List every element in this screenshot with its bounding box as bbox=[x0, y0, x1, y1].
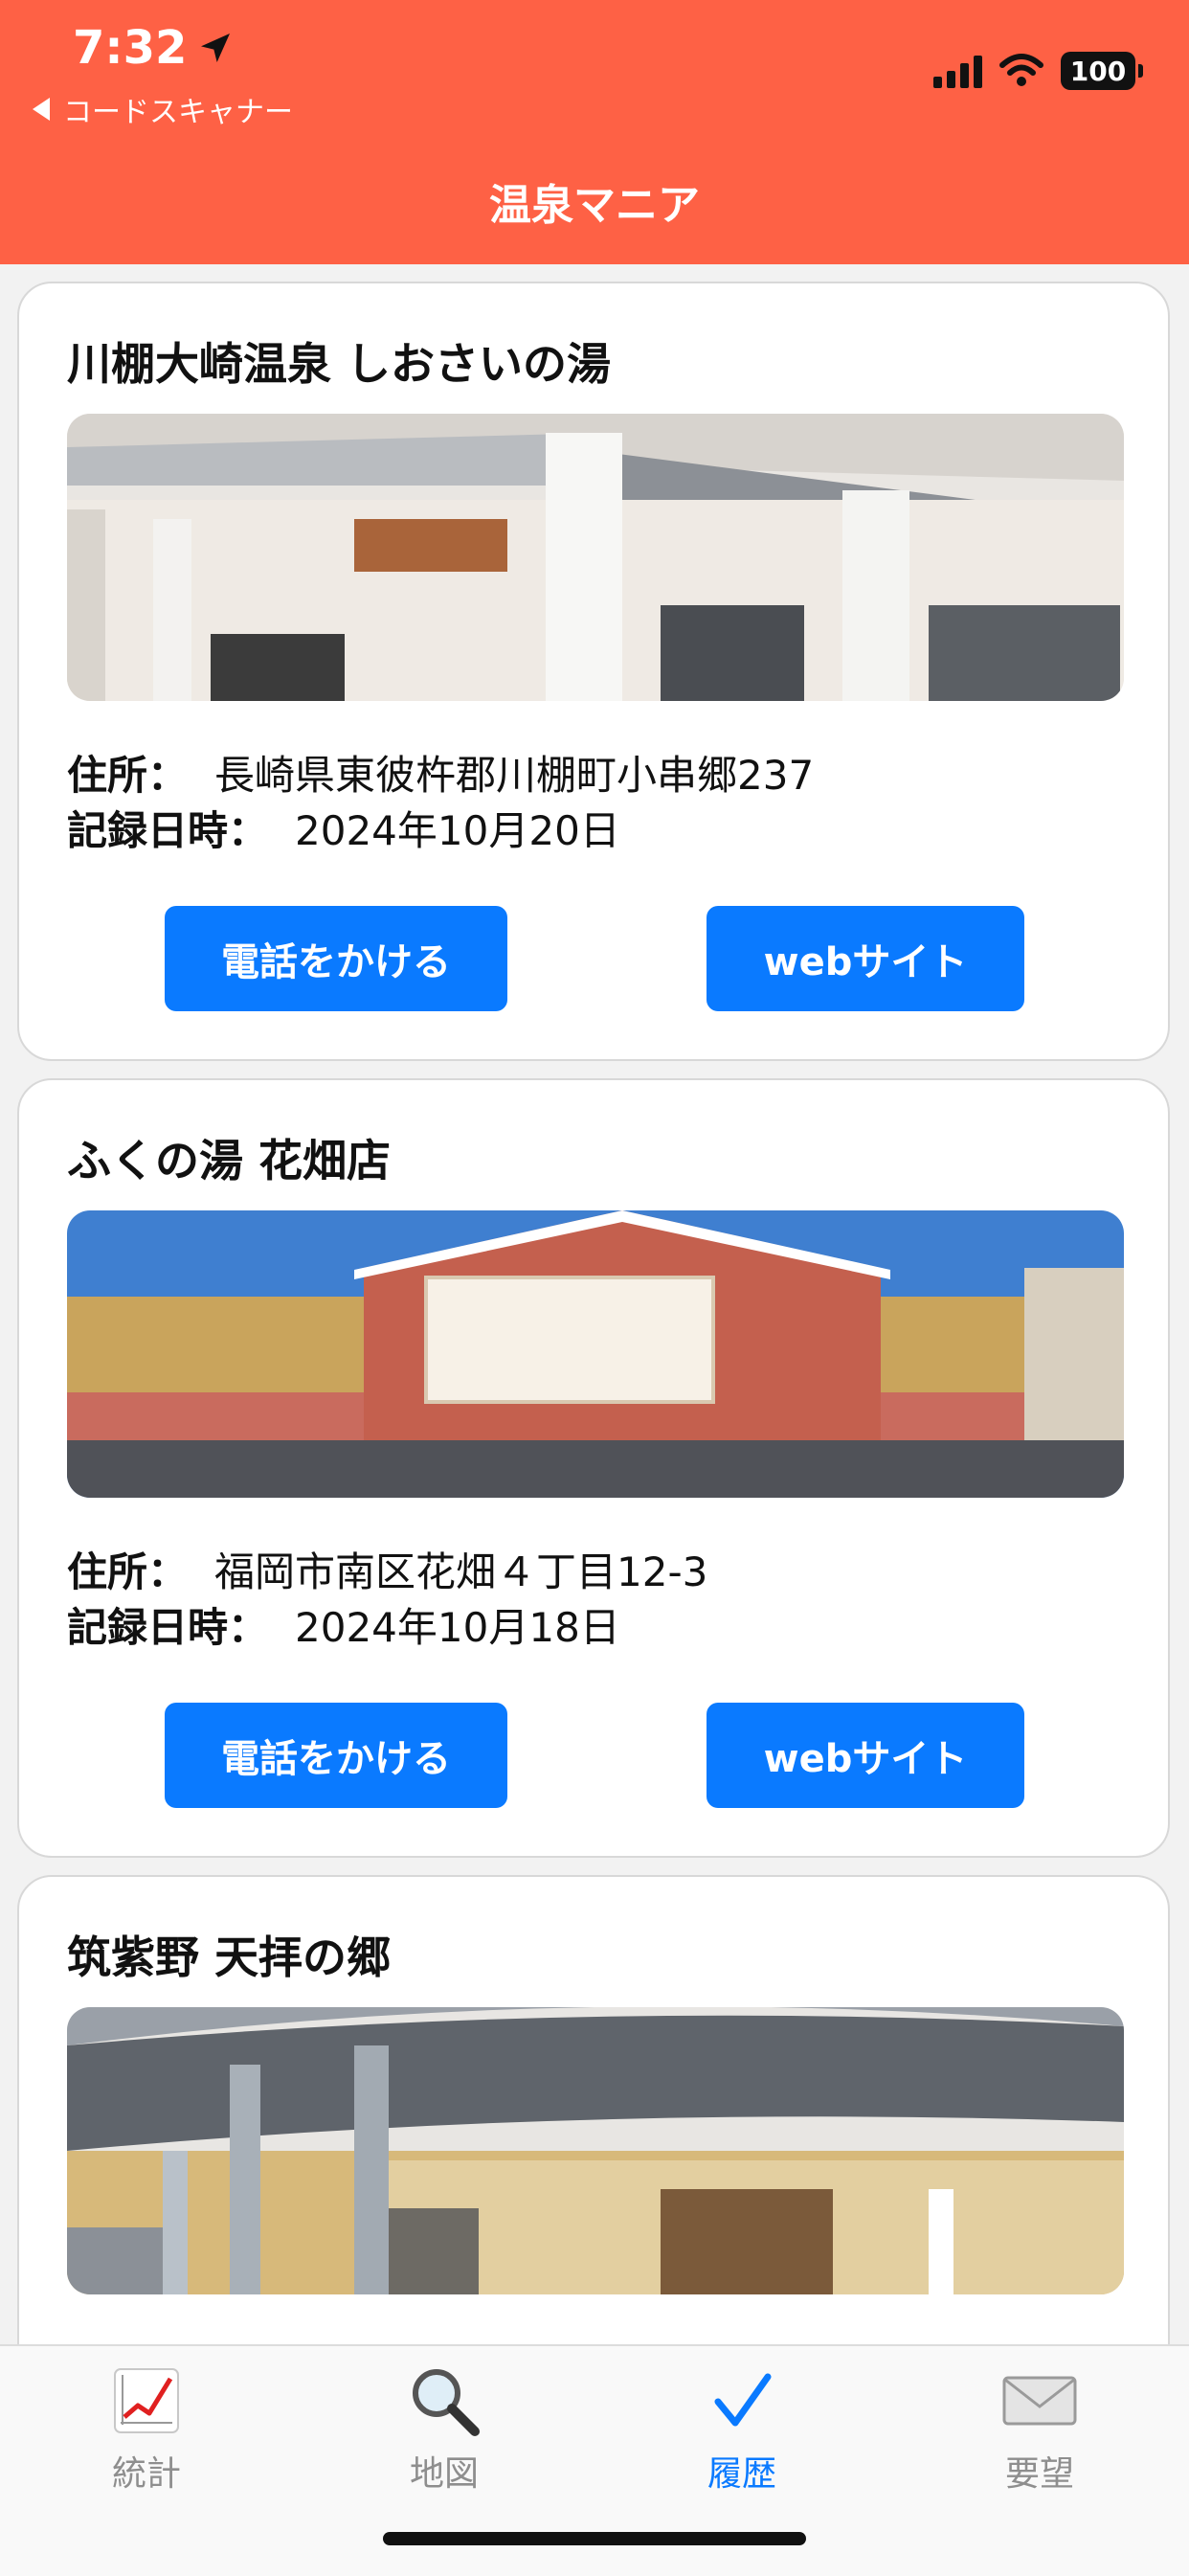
battery-level: 100 bbox=[1069, 55, 1127, 87]
location-arrow-icon bbox=[201, 34, 231, 62]
onsen-photo bbox=[67, 2007, 1124, 2294]
magnifier-icon bbox=[348, 2360, 540, 2442]
status-time: 7:32 bbox=[73, 21, 235, 75]
tab-label: 統計 bbox=[111, 2454, 181, 2494]
status-indicators: 100 bbox=[933, 52, 1143, 90]
address-value: 福岡市南区花畑４丁目12-3 bbox=[214, 1548, 708, 1595]
tab-label: 履歴 bbox=[707, 2454, 776, 2494]
tab-history[interactable]: 履歴 bbox=[646, 2360, 838, 2496]
onsen-name: 筑紫野 天拝の郷 bbox=[67, 1932, 392, 1983]
tab-request[interactable]: 要望 bbox=[944, 2360, 1135, 2496]
recorded-label: 記録日時： bbox=[67, 807, 269, 854]
tab-statistics[interactable]: 統計 bbox=[51, 2360, 242, 2496]
recorded-value: 2024年10月18日 bbox=[295, 1604, 620, 1651]
home-indicator[interactable] bbox=[383, 2532, 806, 2545]
envelope-icon bbox=[944, 2360, 1135, 2442]
onsen-name: ふくの湯 花畑店 bbox=[67, 1135, 392, 1186]
cellular-signal-icon bbox=[933, 54, 982, 88]
wifi-icon bbox=[999, 54, 1043, 86]
battery-icon: 100 bbox=[1061, 52, 1143, 90]
recorded-line: 記録日時： 2024年10月20日 bbox=[67, 799, 620, 857]
address-value: 長崎県東彼杵郡川棚町小串郷237 bbox=[214, 752, 815, 799]
call-button[interactable]: 電話をかける bbox=[165, 1703, 507, 1808]
status-time-text: 7:32 bbox=[73, 21, 188, 75]
website-button[interactable]: webサイト bbox=[707, 1703, 1024, 1808]
checkmark-icon bbox=[646, 2360, 838, 2442]
recorded-value: 2024年10月20日 bbox=[295, 807, 620, 854]
chart-icon bbox=[51, 2360, 242, 2442]
call-button[interactable]: 電話をかける bbox=[165, 906, 507, 1011]
onsen-card: ふくの湯 花畑店 住所： 福岡市南区花畑４丁目12-3 記録日時： 2024年10月… bbox=[17, 1078, 1170, 1858]
address-line: 住所： 福岡市南区花畑４丁目12-3 bbox=[67, 1540, 707, 1598]
address-label: 住所： bbox=[67, 1548, 189, 1595]
onsen-name: 川棚大崎温泉 しおさいの湯 bbox=[67, 338, 612, 390]
recorded-label: 記録日時： bbox=[67, 1604, 269, 1651]
address-label: 住所： bbox=[67, 752, 189, 799]
back-to-app-link[interactable]: コードスキャナー bbox=[33, 88, 293, 130]
tab-map[interactable]: 地図 bbox=[348, 2360, 540, 2496]
address-line: 住所： 長崎県東彼杵郡川棚町小串郷237 bbox=[67, 743, 814, 802]
tab-label: 地図 bbox=[409, 2454, 479, 2494]
website-button[interactable]: webサイト bbox=[707, 906, 1024, 1011]
onsen-photo bbox=[67, 1210, 1124, 1498]
app-header: 7:32 コードスキャナー 100 温泉マニア bbox=[0, 0, 1189, 264]
back-app-label: コードスキャナー bbox=[63, 96, 293, 129]
back-arrow-icon bbox=[33, 98, 50, 121]
onsen-card: 川棚大崎温泉 しおさいの湯 住所： 長崎県東彼杵郡川棚町小串郷237 記録日時： 2… bbox=[17, 282, 1170, 1061]
page-title: 温泉マニア bbox=[489, 181, 700, 230]
recorded-line: 記録日時： 2024年10月18日 bbox=[67, 1595, 620, 1654]
onsen-photo bbox=[67, 414, 1124, 701]
tab-label: 要望 bbox=[1004, 2454, 1074, 2494]
